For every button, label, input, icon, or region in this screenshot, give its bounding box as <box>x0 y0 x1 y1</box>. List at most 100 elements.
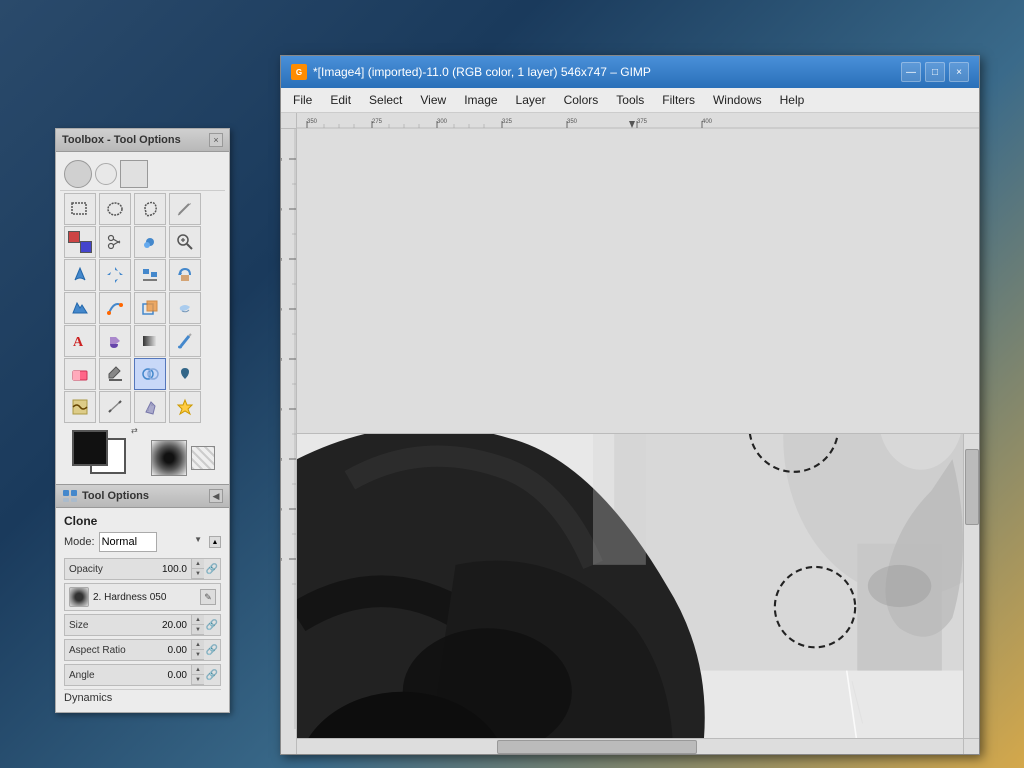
fg-bg-color-area: ⇄ <box>60 425 225 480</box>
mode-scroll-btn[interactable]: ▲ <box>209 536 221 548</box>
ellipse-select-tool[interactable] <box>99 193 131 225</box>
menu-tools[interactable]: Tools <box>608 90 652 110</box>
horizontal-scrollbar[interactable] <box>297 738 963 754</box>
svg-text:0: 0 <box>281 307 284 311</box>
active-pattern-preview[interactable] <box>191 446 215 470</box>
ruler-corner <box>281 113 297 129</box>
aspect-ratio-row: Aspect Ratio 0.00 ▲ ▼ 🔗 <box>64 639 221 661</box>
gimp-window-buttons: — □ × <box>901 62 969 82</box>
angle-up-btn[interactable]: ▲ <box>192 665 204 675</box>
rotate-tool[interactable] <box>169 259 201 291</box>
brush-preview-icon <box>69 587 89 607</box>
svg-text:375: 375 <box>637 119 648 125</box>
aspect-up-btn[interactable]: ▲ <box>192 640 204 650</box>
fg-color-swatch[interactable] <box>72 430 108 466</box>
warp-tool[interactable] <box>64 391 96 423</box>
color-box[interactable] <box>120 160 148 188</box>
fg-bg-colors-tool[interactable] <box>64 226 96 258</box>
smudge-tool[interactable] <box>169 292 201 324</box>
airbrush-tool[interactable] <box>134 391 166 423</box>
heal-tool[interactable] <box>134 226 166 258</box>
gimp-title-bar: G *[Image4] (imported)-11.0 (RGB color, … <box>281 56 979 88</box>
clone-section: Clone Mode: Normal ▲ Opacity 100.0 ▲ ▼ � <box>56 508 229 712</box>
angle-down-btn[interactable]: ▼ <box>192 675 204 685</box>
color-circle-2[interactable] <box>95 163 117 185</box>
dynamics-label: Dynamics <box>64 692 112 704</box>
zoom-tool[interactable] <box>169 226 201 258</box>
svg-text:5: 5 <box>281 357 284 361</box>
menu-help[interactable]: Help <box>772 90 813 110</box>
canvas-area: 5 0 5 0 5 0 5 <box>281 113 979 754</box>
lasso-select-tool[interactable] <box>134 193 166 225</box>
toolbox-panel: Toolbox - Tool Options × <box>55 128 230 713</box>
angle-row: Angle 0.00 ▲ ▼ 🔗 <box>64 664 221 686</box>
left-panel: 5 0 5 0 5 0 5 <box>281 113 297 754</box>
clone-tool active[interactable] <box>134 358 166 390</box>
gradient-tool[interactable] <box>134 325 166 357</box>
menu-select[interactable]: Select <box>361 90 410 110</box>
menu-image[interactable]: Image <box>456 90 505 110</box>
measure-tool[interactable] <box>99 391 131 423</box>
minimize-button[interactable]: — <box>901 62 921 82</box>
mode-row: Mode: Normal ▲ <box>64 532 221 552</box>
toolbox-close-button[interactable]: × <box>209 133 223 147</box>
portrait-svg <box>297 434 963 738</box>
close-button[interactable]: × <box>949 62 969 82</box>
paths-tool[interactable] <box>99 292 131 324</box>
size-down-btn[interactable]: ▼ <box>192 625 204 635</box>
vertical-ruler: 5 0 5 0 5 0 5 <box>281 129 297 754</box>
rect-select-tool[interactable] <box>64 193 96 225</box>
aspect-value: 0.00 <box>130 645 191 656</box>
horizontal-scroll-thumb[interactable] <box>497 740 697 754</box>
bucket-fill-tool[interactable] <box>99 325 131 357</box>
tool-options-icon <box>62 488 78 504</box>
active-brush-preview[interactable] <box>151 440 187 476</box>
menu-file[interactable]: File <box>285 90 320 110</box>
inkdrop-tool[interactable] <box>169 358 201 390</box>
svg-text:400: 400 <box>702 119 713 125</box>
brush-edit-btn[interactable]: ✎ <box>200 589 216 605</box>
vertical-scroll-thumb[interactable] <box>965 449 979 525</box>
transform-tool[interactable] <box>134 292 166 324</box>
menu-colors[interactable]: Colors <box>556 90 607 110</box>
color-preview-row <box>60 156 225 191</box>
size-up-btn[interactable]: ▲ <box>192 615 204 625</box>
pencil-tool[interactable] <box>169 193 201 225</box>
aspect-label: Aspect Ratio <box>65 645 130 656</box>
opacity-down-btn[interactable]: ▼ <box>192 569 204 579</box>
menu-edit[interactable]: Edit <box>322 90 359 110</box>
swap-colors-icon[interactable]: ⇄ <box>131 426 143 438</box>
move-tool[interactable] <box>99 259 131 291</box>
text-tool[interactable]: A <box>64 325 96 357</box>
scroll-corner <box>963 738 979 754</box>
angle-spinner: ▲ ▼ <box>191 665 204 685</box>
canvas-scroll-area[interactable] <box>297 434 979 754</box>
menu-windows[interactable]: Windows <box>705 90 770 110</box>
main-canvas-column: 350 275 300 325 350 375 <box>297 113 979 754</box>
mode-select[interactable]: Normal <box>99 532 157 552</box>
tool-options-bar: Tool Options ◀ <box>56 484 229 508</box>
maximize-button[interactable]: □ <box>925 62 945 82</box>
svg-text:275: 275 <box>372 119 383 125</box>
mode-label: Mode: <box>64 536 95 548</box>
toolbox-title-bar: Toolbox - Tool Options × <box>56 129 229 152</box>
mypaint-brush-tool[interactable] <box>169 391 201 423</box>
menu-filters[interactable]: Filters <box>654 90 703 110</box>
fuzzy-select-tool[interactable] <box>64 259 96 291</box>
svg-text:5: 5 <box>281 257 284 261</box>
eraser-tool[interactable] <box>64 358 96 390</box>
color-circle-1[interactable] <box>64 160 92 188</box>
color-picker-tool[interactable] <box>99 358 131 390</box>
vertical-scrollbar[interactable] <box>963 434 979 738</box>
align-tool[interactable] <box>134 259 166 291</box>
scissors-select-tool[interactable] <box>99 226 131 258</box>
svg-text:5: 5 <box>281 157 284 161</box>
tool-options-collapse-btn[interactable]: ◀ <box>209 489 223 503</box>
by-color-select-tool[interactable] <box>64 292 96 324</box>
paintbrush-tool[interactable] <box>169 325 201 357</box>
aspect-down-btn[interactable]: ▼ <box>192 650 204 660</box>
menu-view[interactable]: View <box>412 90 454 110</box>
brush-row[interactable]: 2. Hardness 050 ✎ <box>64 583 221 611</box>
menu-layer[interactable]: Layer <box>508 90 554 110</box>
opacity-up-btn[interactable]: ▲ <box>192 559 204 569</box>
